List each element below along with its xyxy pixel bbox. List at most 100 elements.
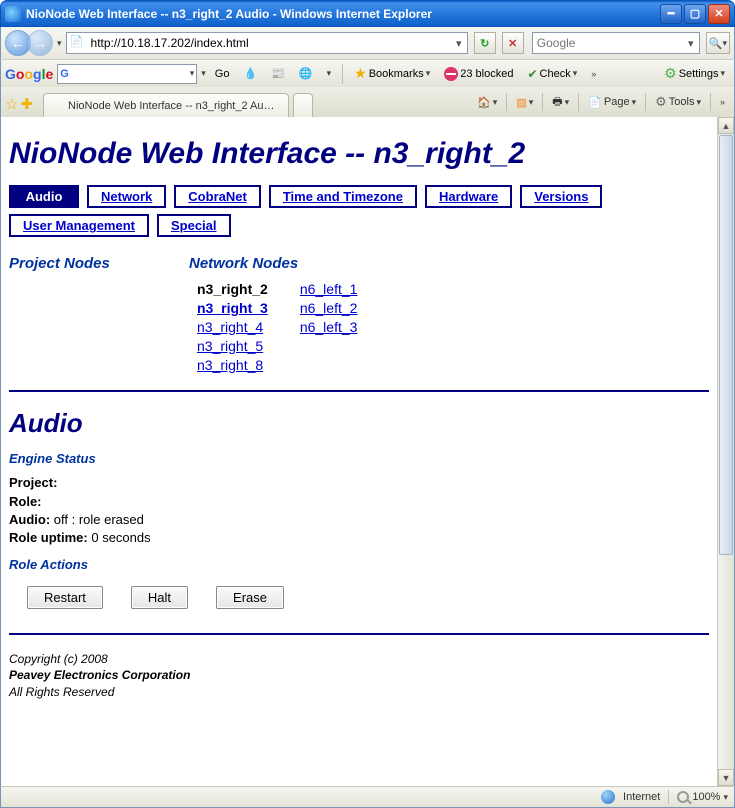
network-nodes-list-right: n6_left_1 n6_left_2 n6_left_3 (300, 280, 358, 374)
google-go-button[interactable]: Go (210, 64, 235, 84)
tab-time-timezone[interactable]: Time and Timezone (269, 185, 417, 208)
halt-button[interactable]: Halt (131, 586, 188, 609)
search-button[interactable]: 🔍▾ (706, 32, 730, 54)
node-link[interactable]: n6_left_2 (300, 300, 358, 316)
page-nav-tabs-row2: User Management Special (9, 214, 709, 237)
stop-button[interactable]: ✕ (502, 32, 524, 54)
google-search-dropdown[interactable]: ▾ (201, 68, 206, 79)
tab-ie-icon (50, 99, 64, 113)
address-input[interactable] (89, 34, 451, 52)
new-tab-button[interactable] (293, 93, 313, 117)
uptime-value: 0 seconds (91, 530, 150, 545)
address-dropdown[interactable]: ▾ (451, 37, 467, 50)
blocked-icon (444, 67, 458, 81)
scroll-up-button[interactable]: ▲ (718, 117, 734, 134)
engine-status-block: Project: Role: Audio: off : role erased … (9, 474, 709, 547)
search-box[interactable]: ▾ (532, 32, 700, 54)
node-link[interactable]: n6_left_3 (300, 319, 358, 335)
tab-versions[interactable]: Versions (520, 185, 602, 208)
browser-tab-1[interactable]: NioNode Web Interface -- n3_right_2 Audi… (43, 93, 289, 117)
tab-title: NioNode Web Interface -- n3_right_2 Audi… (68, 100, 278, 112)
network-nodes-heading: Network Nodes (189, 255, 357, 272)
forward-button[interactable]: → (27, 30, 53, 56)
page-nav-tabs: Audio Network CobraNet Time and Timezone… (9, 185, 709, 208)
network-nodes-list-left: n3_right_2 n3_right_3 n3_right_4 n3_righ… (197, 280, 268, 374)
window-titlebar: NioNode Web Interface -- n3_right_2 Audi… (0, 0, 735, 27)
vertical-scrollbar[interactable]: ▲ ▼ (717, 117, 734, 786)
scroll-thumb[interactable] (719, 135, 733, 555)
search-input[interactable] (533, 35, 683, 51)
go-refresh-button[interactable]: ↻ (474, 32, 496, 54)
window-title: NioNode Web Interface -- n3_right_2 Audi… (26, 7, 660, 21)
toolbar-separator (342, 64, 343, 84)
add-favorite-icon[interactable]: ✚ (20, 95, 33, 113)
restart-button[interactable]: Restart (27, 586, 103, 609)
toolbar-overflow[interactable]: » (586, 64, 601, 84)
google-btn-news[interactable]: 📰 (266, 64, 290, 84)
section-heading-audio: Audio (9, 408, 709, 439)
favorites-star-icon[interactable]: ☆ (5, 95, 18, 113)
nav-history-dropdown[interactable]: ▾ (57, 38, 62, 49)
print-button[interactable]: 🖶▾ (547, 91, 574, 113)
role-label: Role: (9, 494, 42, 509)
bookmarks-button[interactable]: ★Bookmarks▾ (349, 64, 435, 84)
popup-blocked-button[interactable]: 23 blocked (439, 64, 518, 84)
page-footer: Copyright (c) 2008 Peavey Electronics Co… (9, 651, 709, 700)
node-link[interactable]: n6_left_1 (300, 281, 358, 297)
feeds-button[interactable]: ▧▾ (511, 91, 538, 113)
minimize-button[interactable]: ━ (660, 4, 682, 24)
nodes-section: Project Nodes Network Nodes n3_right_2 n… (9, 255, 709, 374)
audio-value: off : role erased (54, 512, 144, 527)
scroll-down-button[interactable]: ▼ (718, 769, 734, 786)
node-link[interactable]: n3_right_8 (197, 357, 263, 373)
address-bar[interactable]: 📄 ▾ (66, 32, 468, 54)
toolbar-settings-button[interactable]: ⚙Settings▾ (659, 64, 730, 84)
uptime-label: Role uptime: (9, 530, 88, 545)
google-search-select[interactable]: G▾ (57, 64, 197, 84)
google-btn-1[interactable]: 💧 (238, 64, 262, 84)
globe-icon (601, 790, 615, 804)
node-current: n3_right_2 (197, 280, 268, 299)
section-divider (9, 390, 709, 392)
page-menu-button[interactable]: 📄Page▾ (583, 91, 641, 113)
zoom-value: 100% (692, 791, 720, 803)
engine-status-heading: Engine Status (9, 451, 709, 466)
tab-special[interactable]: Special (157, 214, 231, 237)
node-link[interactable]: n3_right_5 (197, 338, 263, 354)
erase-button[interactable]: Erase (216, 586, 284, 609)
tab-strip: ☆ ✚ NioNode Web Interface -- n3_right_2 … (0, 87, 735, 117)
search-provider-dropdown[interactable]: ▾ (683, 37, 699, 50)
ie-logo-icon (5, 6, 21, 22)
google-toolbar: Google G▾ ▾ Go 💧 📰 🌐 ▾ ★Bookmarks▾ 23 bl… (0, 59, 735, 87)
status-bar: Internet 100% ▾ (0, 786, 735, 808)
role-actions-heading: Role Actions (9, 557, 709, 572)
role-actions-buttons: Restart Halt Erase (27, 586, 709, 609)
node-link[interactable]: n3_right_3 (197, 300, 268, 316)
tab-cobranet[interactable]: CobraNet (174, 185, 261, 208)
footer-copyright: Copyright (c) 2008 (9, 651, 709, 667)
footer-corporation: Peavey Electronics Corporation (9, 667, 709, 683)
tab-network[interactable]: Network (87, 185, 166, 208)
spellcheck-button[interactable]: ✔Check▾ (522, 64, 582, 84)
page-icon: 📄 (70, 35, 86, 51)
node-link[interactable]: n3_right_4 (197, 319, 263, 335)
footer-rights: All Rights Reserved (9, 684, 709, 700)
google-logo: Google (5, 66, 53, 82)
footer-divider (9, 633, 709, 635)
tab-hardware[interactable]: Hardware (425, 185, 512, 208)
zoom-control[interactable]: 100% ▾ (677, 791, 728, 803)
security-zone: Internet (623, 791, 660, 803)
maximize-button[interactable]: ▢ (684, 4, 706, 24)
command-overflow[interactable]: » (715, 91, 730, 113)
navigation-toolbar: ← → ▾ 📄 ▾ ↻ ✕ ▾ 🔍▾ (0, 27, 735, 59)
home-button[interactable]: 🏠▾ (472, 91, 502, 113)
project-nodes-heading: Project Nodes (9, 255, 159, 272)
google-btn-earth[interactable]: 🌐 (294, 64, 318, 84)
tab-audio[interactable]: Audio (9, 185, 79, 208)
tab-user-management[interactable]: User Management (9, 214, 149, 237)
google-btn-more[interactable]: ▾ (322, 64, 337, 84)
page-body: NioNode Web Interface -- n3_right_2 Audi… (1, 117, 717, 786)
audio-label: Audio: (9, 512, 50, 527)
close-button[interactable]: ✕ (708, 4, 730, 24)
tools-menu-button[interactable]: ⚙Tools▾ (650, 91, 706, 113)
